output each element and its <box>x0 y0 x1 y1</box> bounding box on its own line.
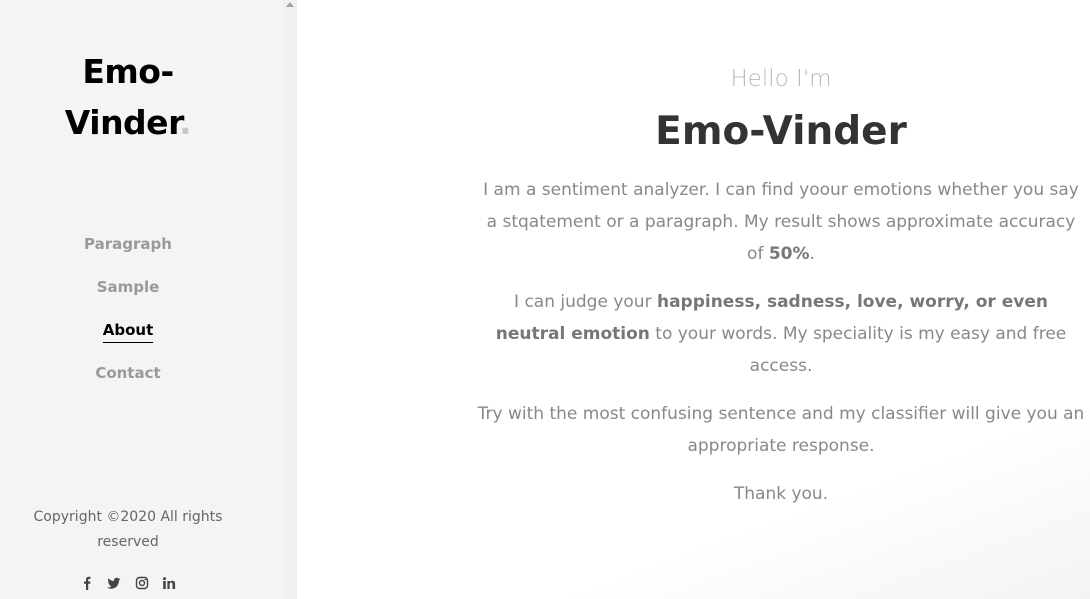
logo-word: Vinder <box>64 103 180 142</box>
nav-link-contact[interactable]: Contact <box>95 364 160 385</box>
logo-line-2: Vinder. <box>0 97 256 148</box>
nav-link-about[interactable]: About <box>102 321 154 343</box>
sidebar: Emo- Vinder. Paragraph Sample About Cont… <box>0 0 283 599</box>
page-title: Emo-Vinder <box>655 109 907 154</box>
social-links <box>0 572 256 592</box>
intro-end: . <box>809 244 815 264</box>
nav-item-paragraph[interactable]: Paragraph <box>0 230 256 273</box>
nav-item-sample[interactable]: Sample <box>0 273 256 316</box>
emotions-start: I can judge your <box>514 292 657 312</box>
greeting: Hello I'm <box>730 66 832 92</box>
twitter-icon[interactable] <box>107 576 121 590</box>
instagram-icon[interactable] <box>135 576 149 590</box>
copyright-text: Copyright ©2020 All rights reserved <box>28 505 228 555</box>
emotions-paragraph: I can judge your happiness, sadness, lov… <box>477 286 1085 382</box>
copyright-line-2: reserved <box>97 534 159 550</box>
facebook-icon[interactable] <box>80 576 94 590</box>
site-logo[interactable]: Emo- Vinder. <box>0 46 256 148</box>
main-content: Hello I'm Emo-Vinder I am a sentiment an… <box>297 0 1090 599</box>
scroll-up-arrow-icon[interactable] <box>286 2 294 7</box>
emotions-end: to your words. My speciality is my easy … <box>649 324 1067 376</box>
nav-item-about[interactable]: About <box>0 316 256 359</box>
nav-link-sample[interactable]: Sample <box>97 278 160 299</box>
logo-line-1: Emo- <box>82 52 174 91</box>
nav-item-contact[interactable]: Contact <box>0 359 256 402</box>
thanks-paragraph: Thank you. <box>733 484 829 504</box>
about-section: Hello I'm Emo-Vinder I am a sentiment an… <box>477 62 1085 526</box>
linkedin-icon[interactable] <box>162 576 176 590</box>
try-paragraph: Try with the most confusing sentence and… <box>477 404 1085 456</box>
scrollbar[interactable] <box>283 0 297 599</box>
nav-link-paragraph[interactable]: Paragraph <box>84 235 172 256</box>
main-nav: Paragraph Sample About Contact <box>0 230 256 402</box>
intro-paragraph: I am a sentiment analyzer. I can find yo… <box>477 174 1085 270</box>
copyright-line-1: Copyright ©2020 All rights <box>33 509 223 525</box>
logo-dot: . <box>179 103 192 142</box>
accuracy-value: 50% <box>768 244 810 264</box>
